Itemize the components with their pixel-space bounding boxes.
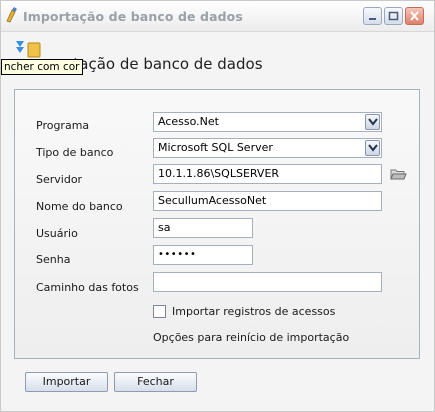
nome-banco-label: Nome do banco [36,200,123,213]
restart-options-link[interactable]: Opções para reinício de importação [153,331,349,344]
tipo-banco-dropdown-button[interactable] [365,140,380,156]
servidor-label: Servidor [36,173,83,186]
close-button[interactable] [405,7,424,25]
import-button[interactable]: Importar [25,372,108,392]
programa-value: Acesso.Net [158,115,219,128]
senha-input[interactable]: •••••• [153,245,253,265]
usuario-input[interactable]: sa [153,218,253,238]
import-database-window: Importação de banco de dados nportação d… [0,0,435,412]
chevron-down-icon [368,144,378,152]
maximize-button[interactable] [384,7,403,25]
folder-open-icon[interactable] [390,167,407,184]
window-title: Importação de banco de dados [23,9,243,24]
minimize-button[interactable] [363,7,382,25]
import-records-label[interactable]: Importar registros de acessos [172,305,335,318]
usuario-label: Usuário [36,227,78,240]
maximize-icon [388,11,399,21]
senha-label: Senha [36,253,71,266]
programa-label: Programa [36,119,90,132]
nome-banco-input[interactable]: SecullumAcessoNet [153,191,382,211]
caminho-fotos-label: Caminho das fotos [36,281,139,294]
programa-select[interactable]: Acesso.Net [153,112,382,132]
caminho-fotos-input[interactable] [153,272,382,292]
programa-dropdown-button[interactable] [365,114,380,130]
close-dialog-button[interactable]: Fechar [114,372,197,392]
tipo-banco-select[interactable]: Microsoft SQL Server [153,138,382,158]
import-records-checkbox[interactable] [153,305,166,318]
tipo-banco-label: Tipo de banco [36,146,114,159]
app-icon [5,7,19,26]
servidor-input[interactable]: 10.1.1.86\SQLSERVER [153,164,382,184]
minimize-icon [369,18,376,20]
tooltip: ncher com cor [1,59,84,75]
tipo-banco-value: Microsoft SQL Server [158,141,273,154]
chevron-down-icon [368,118,378,126]
close-icon [410,11,419,21]
title-bar[interactable]: Importação de banco de dados [1,1,434,32]
